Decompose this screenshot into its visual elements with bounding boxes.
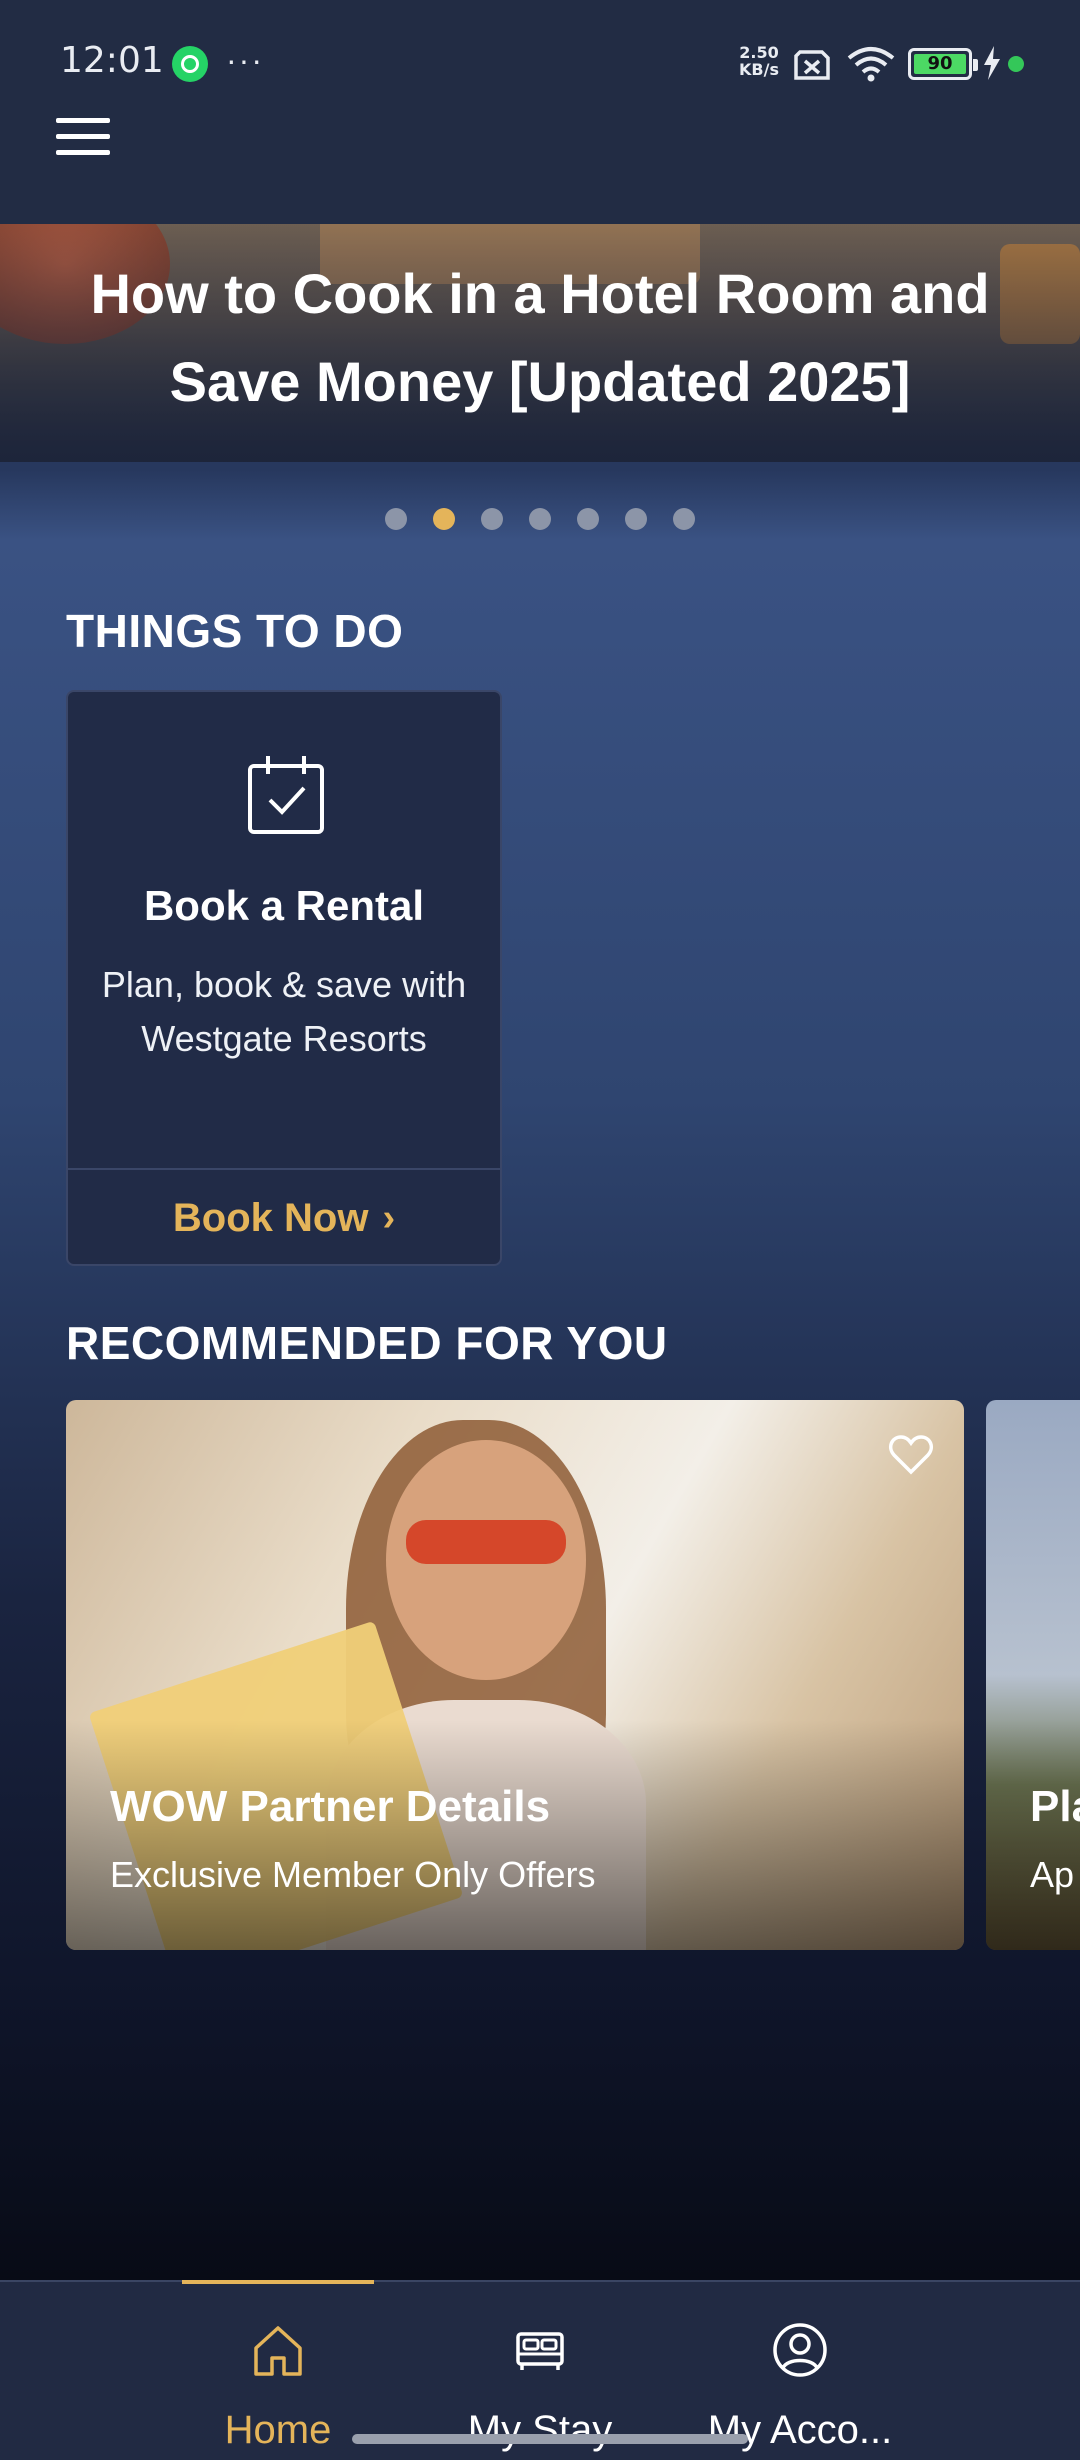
whatsapp-notification-icon (172, 46, 208, 82)
account-circle-icon (773, 2323, 827, 2377)
recommended-title: RECOMMENDED FOR YOU (66, 1317, 668, 1369)
book-now-button[interactable]: Book Now › (68, 1170, 500, 1266)
carousel-dot[interactable] (481, 508, 503, 530)
chevron-right-icon: › (382, 1197, 396, 1239)
gesture-home-handle[interactable] (352, 2434, 748, 2444)
menu-line (56, 150, 110, 155)
book-now-label: Book Now (172, 1196, 369, 1240)
heart-outline-icon[interactable] (888, 1434, 934, 1476)
card-photo-sunglasses (406, 1520, 566, 1564)
network-speed-unit: KB/s (739, 60, 779, 79)
recommendation-title: WOW Partner Details (110, 1782, 551, 1831)
book-rental-card[interactable]: Book a Rental Plan, book & save with Wes… (66, 690, 502, 1266)
recommendation-card-wow-partner[interactable]: WOW Partner Details Exclusive Member Onl… (66, 1400, 964, 1950)
card-shade (66, 1720, 964, 1950)
nav-my-account-label: My Acco... (707, 2408, 893, 2452)
charging-icon (984, 46, 1000, 80)
bottom-navigation: Home My Stay My Acco... (0, 2280, 1080, 2460)
carousel-dot[interactable] (433, 508, 455, 530)
carousel-dot[interactable] (577, 508, 599, 530)
recommendation-title: Pla (1030, 1782, 1080, 1831)
battery-icon: 90 (908, 48, 978, 80)
carousel-dot[interactable] (529, 508, 551, 530)
carousel-dot[interactable] (673, 508, 695, 530)
network-speed: 2.50 KB/s (736, 44, 782, 78)
hamburger-menu-icon[interactable] (56, 118, 110, 158)
nav-home[interactable]: Home (182, 2282, 374, 2452)
more-notifications-icon: ··· (226, 42, 264, 78)
things-to-do-title: THINGS TO DO (66, 605, 404, 657)
carousel-pager (0, 508, 1080, 536)
nav-my-stay[interactable]: My Stay (440, 2282, 640, 2452)
status-bar: 12:01 ··· 2.50 KB/s 90 (0, 0, 1080, 128)
card-shade (986, 1720, 1080, 1950)
menu-line (56, 118, 110, 123)
status-time: 12:01 (60, 40, 164, 81)
article-banner[interactable]: How to Cook in a Hotel Room and Save Mon… (0, 224, 1080, 462)
recommendation-subtitle: Ap (1030, 1854, 1075, 1895)
home-icon (254, 2326, 302, 2376)
card-title: Book a Rental (143, 882, 425, 929)
calendar-check-icon (248, 756, 324, 834)
network-speed-value: 2.50 (739, 43, 779, 62)
menu-line (56, 134, 110, 139)
top-bar: 12:01 ··· 2.50 KB/s 90 (0, 0, 1080, 224)
wifi-icon (847, 47, 895, 82)
banner-title: How to Cook in a Hotel Room and Save Mon… (90, 262, 990, 413)
recommendation-card-next[interactable]: Pla Ap (986, 1400, 1080, 1950)
card-description: Plan, book & save with Westgate Resorts (101, 964, 467, 1059)
nav-my-stay-label: My Stay (467, 2408, 613, 2452)
app-screen: 12:01 ··· 2.50 KB/s 90 How to Cook in a … (0, 0, 1080, 2460)
privacy-indicator-dot (1008, 56, 1024, 72)
carousel-dot[interactable] (385, 508, 407, 530)
no-sim-icon (794, 50, 830, 80)
carousel-dot[interactable] (625, 508, 647, 530)
nav-home-label: Home (224, 2408, 332, 2452)
nav-my-account[interactable]: My Acco... (690, 2282, 910, 2452)
recommendation-subtitle: Exclusive Member Only Offers (110, 1854, 596, 1895)
bed-icon (516, 2332, 564, 2370)
battery-level: 90 (927, 53, 953, 74)
